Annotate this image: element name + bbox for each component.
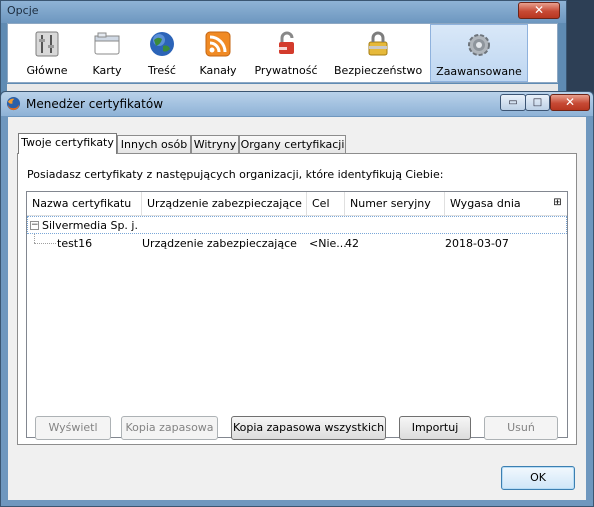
toolbar-privacy[interactable]: Prywatność (248, 24, 324, 82)
cert-manager-client: Twoje certyfikaty Innych osób Witryny Or… (8, 117, 586, 500)
close-button[interactable]: ✕ (550, 94, 590, 111)
backup-button[interactable]: Kopia zapasowa (121, 416, 218, 440)
firefox-icon (6, 96, 21, 111)
column-header-expires[interactable]: Wygasa dnia (445, 192, 545, 215)
column-header-row: Nazwa certyfikatu Urządzenie zabezpiecza… (27, 192, 567, 216)
tab-websites[interactable]: Witryny (191, 135, 239, 154)
tab-panel: Posiadasz certyfikaty z następujących or… (17, 153, 577, 445)
cert-expires-cell: 2018-03-07 (445, 237, 509, 250)
privacy-icon (277, 31, 294, 54)
ok-button[interactable]: OK (501, 466, 575, 490)
toolbar-label: Karty (92, 64, 122, 77)
tabs-icon (94, 32, 120, 55)
column-header-purpose[interactable]: Cel (307, 192, 345, 215)
toolbar-general[interactable]: Główne (16, 24, 78, 82)
cert-manager-title: Menedżer certyfikatów (26, 97, 164, 111)
general-icon (35, 31, 59, 57)
tab-other-people[interactable]: Innych osób (117, 135, 191, 154)
group-name: Silvermedia Sp. j. (42, 219, 138, 232)
content-icon (150, 32, 174, 56)
column-header-name[interactable]: Nazwa certyfikatu (27, 192, 142, 215)
options-window: Opcje ✕ Główne Karty Treść Kanały Prywat… (0, 0, 567, 94)
cert-manager-titlebar[interactable]: Menedżer certyfikatów ▭ □ ✕ (1, 92, 593, 116)
minimize-button[interactable]: ▭ (500, 94, 526, 111)
options-close-button[interactable]: ✕ (518, 2, 560, 19)
table-row[interactable]: test16 Urządzenie zabezpieczające <Nie..… (27, 235, 567, 253)
options-toolbar: Główne Karty Treść Kanały Prywatność Bez… (7, 23, 558, 83)
cert-purpose-cell: <Nie... (309, 237, 347, 250)
toolbar-tabs[interactable]: Karty (78, 24, 136, 82)
cert-device-cell: Urządzenie zabezpieczające (142, 237, 297, 250)
toolbar-feeds[interactable]: Kanały (188, 24, 248, 82)
feeds-icon (205, 31, 231, 57)
view-button[interactable]: Wyświetl (35, 416, 111, 440)
tree-group-row[interactable]: − Silvermedia Sp. j. (27, 216, 567, 234)
certificate-tree[interactable]: Nazwa certyfikatu Urządzenie zabezpiecza… (26, 191, 568, 438)
tab-authorities[interactable]: Organy certyfikacji (239, 135, 346, 154)
advanced-icon (468, 34, 490, 56)
import-button[interactable]: Importuj (399, 416, 471, 440)
cert-serial-cell: 42 (345, 237, 359, 250)
toolbar-label: Kanały (199, 64, 237, 77)
toolbar-label: Treść (148, 64, 176, 77)
column-header-device[interactable]: Urządzenie zabezpieczające (142, 192, 307, 215)
toolbar-label: Prywatność (254, 64, 318, 77)
toolbar-label: Główne (26, 64, 68, 77)
options-titlebar[interactable]: Opcje ✕ (1, 1, 566, 23)
column-picker-icon[interactable]: ⊞ (551, 197, 564, 209)
options-window-title: Opcje (7, 4, 39, 17)
toolbar-label: Zaawansowane (436, 65, 522, 78)
toolbar-label: Bezpieczeństwo (334, 64, 423, 77)
toolbar-advanced[interactable]: Zaawansowane (430, 24, 528, 82)
security-icon (368, 31, 388, 56)
delete-button[interactable]: Usuń (484, 416, 558, 440)
toolbar-content[interactable]: Treść (136, 24, 188, 82)
collapse-icon[interactable]: − (30, 221, 39, 230)
certificate-manager-window: Menedżer certyfikatów ▭ □ ✕ Twoje certyf… (0, 91, 594, 507)
backup-all-button[interactable]: Kopia zapasowa wszystkich (231, 416, 386, 440)
panel-description: Posiadasz certyfikaty z następujących or… (27, 168, 444, 181)
cert-name-cell: test16 (57, 237, 93, 250)
toolbar-security[interactable]: Bezpieczeństwo (334, 24, 422, 82)
column-header-serial[interactable]: Numer seryjny (345, 192, 445, 215)
maximize-button[interactable]: □ (525, 94, 550, 111)
tab-your-certificates[interactable]: Twoje certyfikaty (18, 133, 117, 154)
